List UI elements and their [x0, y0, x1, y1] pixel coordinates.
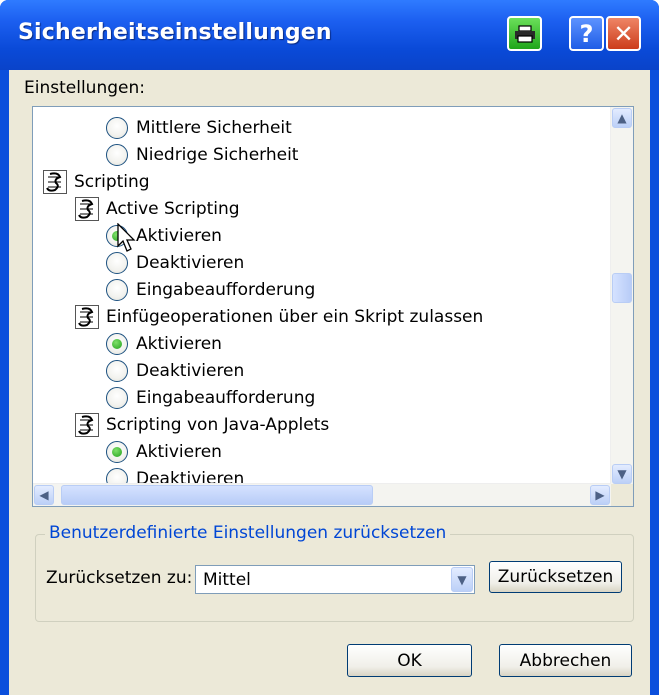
close-button[interactable]: ✕	[606, 16, 641, 51]
scroll-right-button[interactable]: ▶	[590, 485, 610, 505]
list-item-label: Deaktivieren	[136, 361, 245, 381]
reset-level-value: Mittel	[203, 570, 251, 590]
script-icon	[75, 413, 99, 437]
mouse-cursor-icon	[117, 223, 136, 252]
list-item-label: Scripting von Java-Applets	[106, 415, 330, 435]
radio-button[interactable]	[106, 360, 128, 382]
radio-option[interactable]: Aktivieren	[106, 439, 222, 465]
question-icon: ?	[579, 19, 594, 48]
radio-button[interactable]	[106, 387, 128, 409]
radio-option[interactable]: Niedrige Sicherheit	[106, 142, 298, 168]
radio-option[interactable]: Mittlere Sicherheit	[106, 115, 292, 141]
list-item-label: Deaktivieren	[136, 253, 245, 273]
radio-option[interactable]: Deaktivieren	[106, 250, 244, 276]
vertical-scrollbar[interactable]: ▲ ▼	[610, 107, 633, 485]
scroll-down-button[interactable]: ▼	[612, 464, 632, 484]
radio-option[interactable]: Eingabeaufforderung	[106, 385, 315, 411]
dropdown-button[interactable]: ▼	[451, 567, 473, 592]
settings-tree-list[interactable]: Mittlere Sicherheit Niedrige Sicherheit Sc…	[32, 106, 634, 507]
radio-button[interactable]	[106, 252, 128, 274]
chevron-down-icon: ▼	[617, 467, 627, 481]
category-item[interactable]: Scripting von Java-Applets	[75, 412, 329, 438]
list-item-label: Mittlere Sicherheit	[136, 118, 292, 138]
radio-button[interactable]	[106, 279, 128, 301]
reset-group-title: Benutzerdefinierte Einstellungen zurücks…	[45, 523, 451, 543]
scroll-up-button[interactable]: ▲	[612, 108, 632, 128]
list-item-label: Active Scripting	[106, 199, 240, 219]
list-item-label: Aktivieren	[136, 334, 222, 354]
list-item-label: Niedrige Sicherheit	[136, 145, 299, 165]
list-item-label: Aktivieren	[136, 442, 222, 462]
chevron-left-icon: ◀	[39, 488, 49, 502]
settings-label: Einstellungen:	[24, 78, 145, 98]
reset-to-label: Zurücksetzen zu:	[46, 568, 193, 588]
chevron-right-icon: ▶	[595, 488, 605, 502]
title-bar[interactable]: Sicherheitseinstellungen ? ✕	[0, 0, 659, 70]
radio-button[interactable]	[106, 333, 128, 355]
horizontal-scroll-thumb[interactable]	[61, 485, 373, 505]
category-item[interactable]: Scripting	[43, 169, 150, 195]
category-item[interactable]: Einfügeoperationen über ein Skript zulas…	[75, 304, 483, 330]
ok-button[interactable]: OK	[347, 644, 472, 677]
reset-button[interactable]: Zurücksetzen	[489, 561, 622, 593]
radio-option[interactable]: Eingabeaufforderung	[106, 277, 315, 303]
script-icon	[75, 305, 99, 329]
printer-icon-button[interactable]	[507, 16, 542, 51]
scrollbar-corner	[611, 484, 633, 506]
radio-button[interactable]	[106, 441, 128, 463]
script-icon	[75, 197, 99, 221]
help-button[interactable]: ?	[569, 16, 604, 51]
chevron-up-icon: ▲	[617, 111, 627, 125]
window-title: Sicherheitseinstellungen	[18, 20, 332, 45]
printer-icon	[514, 24, 535, 43]
list-item-label: Eingabeaufforderung	[136, 388, 316, 408]
vertical-scroll-thumb[interactable]	[612, 273, 632, 303]
horizontal-scrollbar[interactable]: ◀ ▶	[33, 483, 611, 506]
list-item-label: Aktivieren	[136, 226, 222, 246]
radio-option[interactable]: Aktivieren	[106, 331, 222, 357]
reset-level-dropdown[interactable]: Mittel ▼	[195, 565, 475, 594]
list-item-label: Eingabeaufforderung	[136, 280, 316, 300]
category-item[interactable]: Active Scripting	[75, 196, 240, 222]
radio-button[interactable]	[106, 144, 128, 166]
cancel-button[interactable]: Abbrechen	[499, 644, 632, 677]
list-item-label: Scripting	[74, 172, 150, 192]
script-icon	[43, 170, 67, 194]
scroll-left-button[interactable]: ◀	[34, 485, 54, 505]
radio-option[interactable]: Deaktivieren	[106, 358, 244, 384]
radio-button[interactable]	[106, 117, 128, 139]
close-icon: ✕	[613, 19, 634, 48]
chevron-down-icon: ▼	[457, 572, 467, 587]
list-item-label: Einfügeoperationen über ein Skript zulas…	[106, 307, 484, 327]
